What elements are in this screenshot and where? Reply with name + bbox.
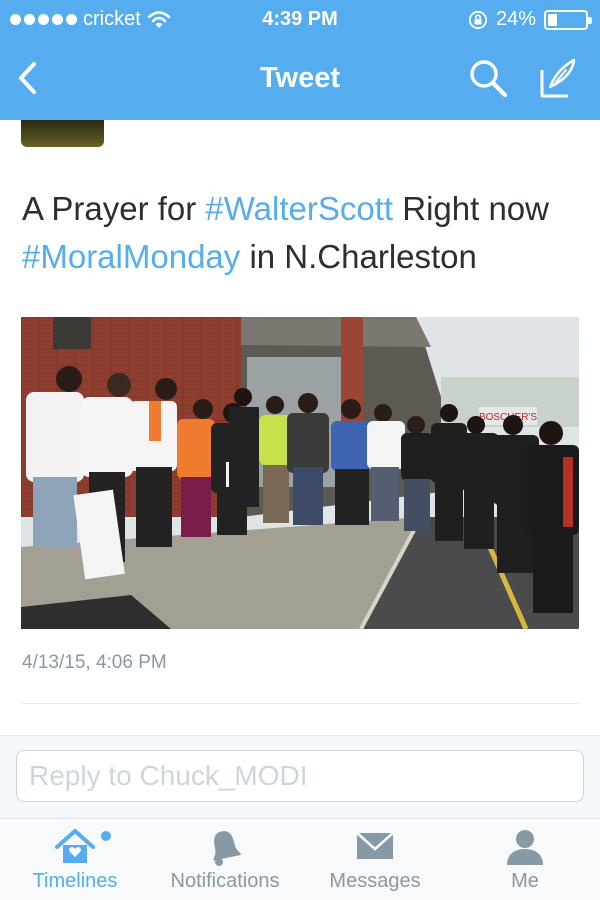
rotation-lock-icon [468,10,488,29]
status-right: 24% [468,8,592,31]
search-button[interactable] [466,56,510,100]
nav-bar: Tweet [0,40,600,120]
tab-label: Notifications [170,870,280,892]
reply-input[interactable] [16,750,584,802]
tweet-timestamp: 4/13/15, 4:06 PM [22,652,167,673]
compose-icon [540,58,576,98]
reply-bar [0,735,600,818]
battery-percent: 24% [495,8,536,30]
tab-timelines[interactable]: Timelines [15,819,135,900]
hashtag-link[interactable]: #WalterScott [205,190,393,227]
nav-title: Tweet [259,62,341,94]
envelope-icon [356,832,394,859]
back-chevron-icon [19,62,36,94]
tweet-text-part: Right now [393,190,549,227]
tab-messages[interactable]: Messages [315,819,435,900]
tweet-text-part: in N.Charleston [240,238,477,275]
tab-label: Messages [329,870,421,892]
app-header: cricket 4:39 PM 24% Tweet [0,0,600,120]
hashtag-link[interactable]: #MoralMonday [22,238,240,275]
tweet-text-part: A Prayer for [22,190,206,227]
unread-dot [101,831,111,841]
tab-me[interactable]: Me [470,819,580,900]
tab-notifications[interactable]: Notifications [155,819,295,900]
tab-bar: Timelines Notifications Messages Me [0,818,600,900]
tweet-text: A Prayer for #WalterScott Right now #Mor… [22,185,582,281]
status-bar: cricket 4:39 PM 24% [0,0,600,40]
divider [22,703,579,704]
bell-icon [213,831,241,866]
person-icon [507,830,543,865]
avatar[interactable] [21,120,104,147]
search-icon [470,60,508,98]
tab-label: Timelines [32,870,118,892]
tab-label: Me [511,870,539,892]
tweet-photo-image: BOSCHER'S [21,317,579,629]
compose-button[interactable] [536,56,580,100]
battery-fill [548,13,557,26]
back-button[interactable] [14,56,54,100]
home-icon [55,829,95,863]
tweet-photo[interactable]: BOSCHER'S [21,317,579,629]
battery-icon [544,9,592,30]
